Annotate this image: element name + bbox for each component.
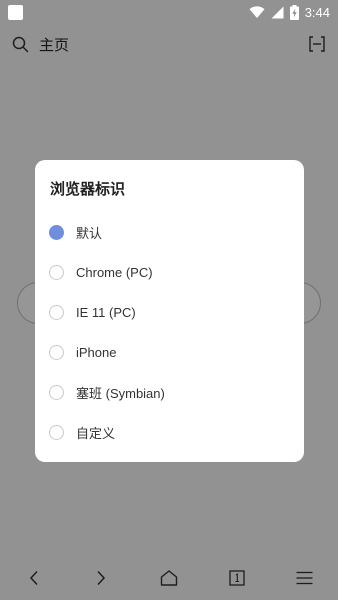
option-label: 塞班 (Symbian): [76, 385, 165, 401]
signal-icon: [271, 6, 284, 18]
app-square-icon: [8, 4, 23, 20]
radio-button[interactable]: [49, 304, 64, 320]
battery-charging-icon: [289, 4, 299, 20]
status-bar: 3:44: [0, 0, 338, 24]
option-chrome-pc[interactable]: Chrome (PC): [35, 252, 304, 292]
wifi-icon: [249, 5, 265, 18]
option-default[interactable]: 默认: [35, 212, 304, 252]
option-ie11-pc[interactable]: IE 11 (PC): [35, 292, 304, 332]
option-label: IE 11 (PC): [76, 304, 136, 320]
option-label: 默认: [76, 225, 103, 241]
option-iphone[interactable]: iPhone: [35, 332, 304, 372]
option-label: 自定义: [76, 425, 116, 441]
status-icons: 3:44: [249, 4, 330, 20]
option-symbian[interactable]: 塞班 (Symbian): [35, 372, 304, 412]
status-time: 3:44: [304, 4, 330, 20]
option-list: 默认 Chrome (PC) IE 11 (PC) iPhone 塞班 (Sym…: [35, 212, 304, 452]
radio-button[interactable]: [49, 344, 64, 360]
browser-identity-dialog: 浏览器标识 默认 Chrome (PC) IE 11 (PC) iPhone 塞…: [35, 160, 304, 462]
radio-button[interactable]: [49, 264, 64, 280]
option-label: Chrome (PC): [76, 264, 153, 280]
option-label: iPhone: [76, 344, 117, 360]
option-custom[interactable]: 自定义: [35, 412, 304, 452]
dialog-title: 浏览器标识: [50, 180, 126, 198]
radio-button[interactable]: [49, 424, 64, 440]
radio-button[interactable]: [49, 224, 64, 240]
radio-button[interactable]: [49, 384, 64, 400]
